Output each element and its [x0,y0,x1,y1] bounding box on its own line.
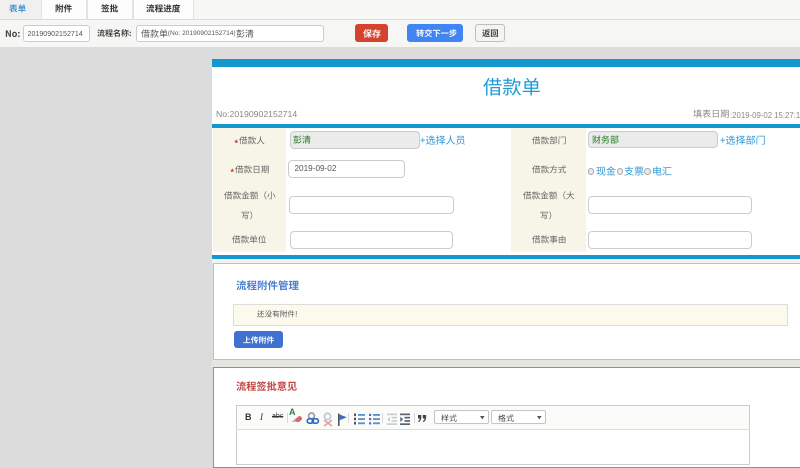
svg-text:A: A [289,407,296,417]
